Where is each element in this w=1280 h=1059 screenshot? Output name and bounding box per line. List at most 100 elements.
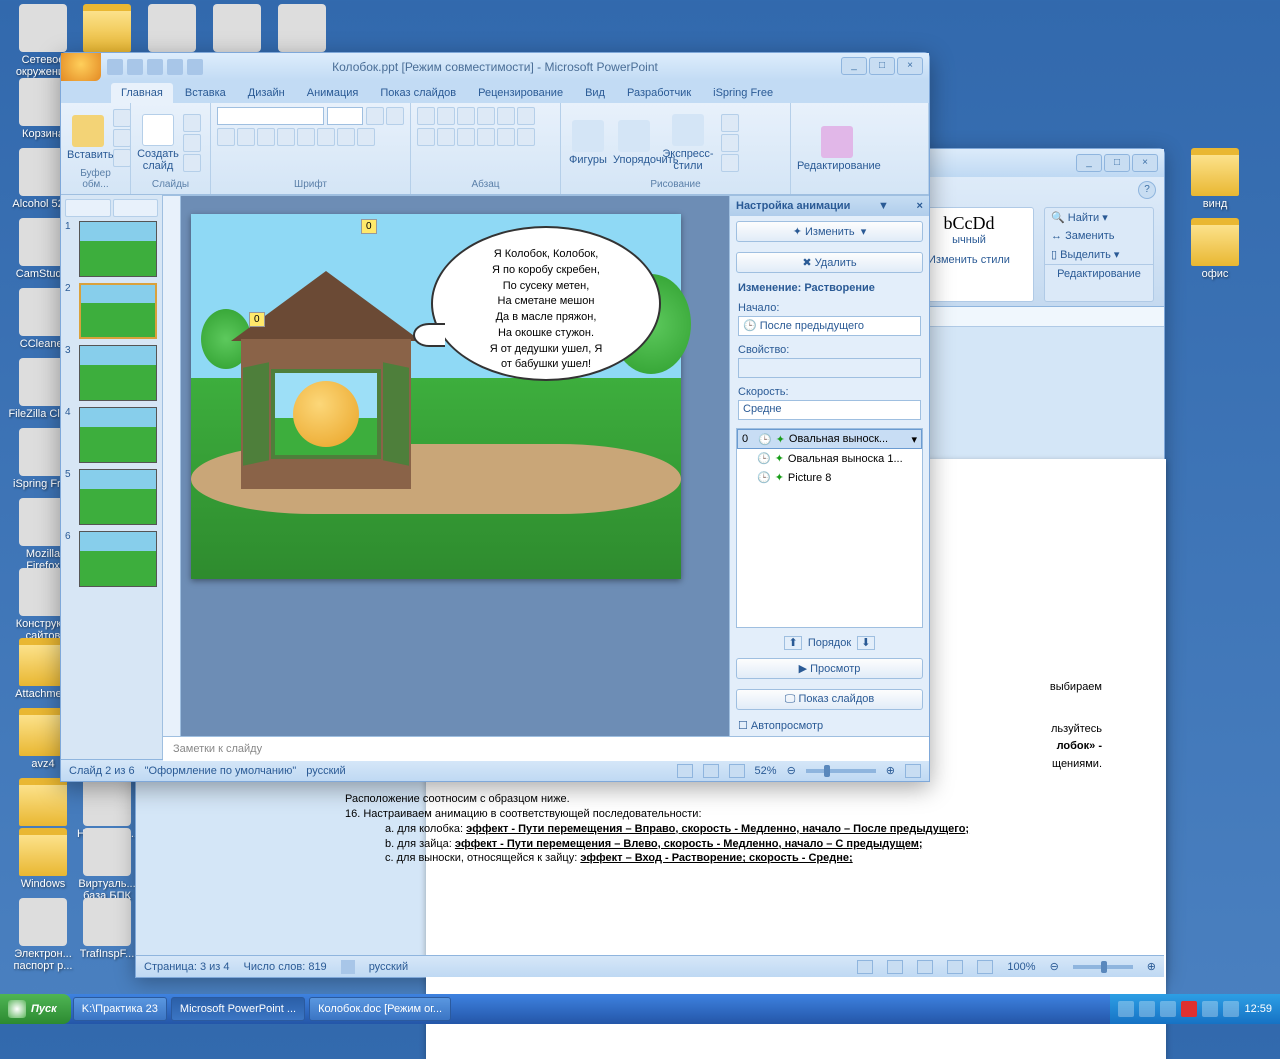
textdir-icon[interactable] — [517, 107, 535, 125]
word-wordcount[interactable]: Число слов: 819 — [244, 961, 327, 973]
ribbon-tab[interactable]: Вставка — [175, 83, 236, 103]
linespacing-icon[interactable] — [497, 107, 515, 125]
tray-icon[interactable] — [1139, 1001, 1155, 1017]
desktop-icon[interactable]: Электрон... паспорт р... — [8, 898, 78, 972]
new-slide-button[interactable]: Создать слайд — [137, 114, 179, 172]
taskbar-clock[interactable]: 12:59 — [1244, 1003, 1272, 1015]
vertical-ruler[interactable] — [163, 196, 181, 736]
slideshow-view-icon[interactable] — [729, 764, 745, 778]
pp-zoom-value[interactable]: 52% — [755, 765, 777, 777]
select-button[interactable]: ▯ Выделить ▾ — [1045, 245, 1153, 264]
word-view1[interactable] — [857, 960, 873, 974]
zoom-in-icon[interactable]: ⊕ — [1147, 960, 1156, 973]
zoom-out-icon[interactable]: ⊖ — [1050, 960, 1059, 973]
kolobok-character[interactable] — [293, 381, 359, 447]
columns-icon[interactable] — [497, 128, 515, 146]
anim-list-item[interactable]: 🕒✦Picture 8 — [737, 468, 922, 487]
taskbar-button[interactable]: Колобок.doc [Режим ог... — [309, 997, 451, 1021]
slide-thumbnail[interactable]: 1 — [65, 221, 158, 277]
ribbon-tab[interactable]: Анимация — [297, 83, 369, 103]
delete-slide-icon[interactable] — [183, 154, 201, 172]
desktop-icon[interactable]: TrafInspF... — [72, 898, 142, 960]
qat-save-icon[interactable] — [107, 59, 123, 75]
anim-pane-close-icon[interactable]: × — [917, 200, 923, 212]
notes-pane[interactable]: Заметки к слайду — [163, 736, 929, 761]
pp-slide-indicator[interactable]: Слайд 2 из 6 — [69, 765, 135, 777]
word-max-button[interactable]: □ — [1104, 154, 1130, 172]
qat-redo-icon[interactable] — [147, 59, 163, 75]
zoom-out-icon[interactable]: ⊖ — [787, 764, 796, 777]
slide-canvas-area[interactable]: Я Колобок, Колобок, Я по коробу скребен,… — [181, 196, 729, 736]
word-view5[interactable] — [977, 960, 993, 974]
reorder-up-icon[interactable]: ⬆ — [784, 636, 801, 650]
anim-slideshow-button[interactable]: 🖵 Показ слайдов — [736, 689, 923, 710]
align-center-icon[interactable] — [437, 128, 455, 146]
animation-marker-1[interactable]: 0 — [249, 312, 265, 327]
smartart-icon[interactable] — [517, 128, 535, 146]
slide-thumbnail[interactable]: 4 — [65, 407, 158, 463]
normal-view-icon[interactable] — [677, 764, 693, 778]
tray-icon[interactable] — [1118, 1001, 1134, 1017]
bold-icon[interactable] — [217, 128, 235, 146]
slide-thumbnail[interactable]: 3 — [65, 345, 158, 401]
outline-tab[interactable] — [113, 199, 159, 217]
numbering-icon[interactable] — [437, 107, 455, 125]
word-view4[interactable] — [947, 960, 963, 974]
qat-open-icon[interactable] — [167, 59, 183, 75]
word-document-text[interactable]: Расположение соотносим с образцом ниже. … — [345, 792, 1025, 866]
bullets-icon[interactable] — [417, 107, 435, 125]
word-zoom-slider[interactable] — [1073, 965, 1133, 969]
help-icon[interactable]: ? — [1138, 181, 1156, 199]
align-justify-icon[interactable] — [477, 128, 495, 146]
anim-list-item[interactable]: 🕒✦Овальная выноска 1... — [737, 449, 922, 468]
copy-icon[interactable] — [113, 129, 131, 147]
tray-icon[interactable] — [1202, 1001, 1218, 1017]
desktop-icon[interactable]: Виртуаль... база БПК — [72, 828, 142, 902]
word-view2[interactable] — [887, 960, 903, 974]
reorder-down-icon[interactable]: ⬇ — [857, 636, 874, 650]
ribbon-tab[interactable]: Показ слайдов — [370, 83, 466, 103]
pp-zoom-slider[interactable] — [806, 769, 876, 773]
word-min-button[interactable]: _ — [1076, 154, 1102, 172]
ribbon-tab[interactable]: Дизайн — [238, 83, 295, 103]
find-button[interactable]: 🔍 Найти ▾ — [1045, 208, 1153, 227]
arrange-button[interactable]: Упорядочить — [613, 120, 655, 166]
anim-list-item[interactable]: 0🕒✦Овальная выноск...▾ — [737, 429, 922, 449]
animation-marker-0[interactable]: 0 — [361, 219, 377, 234]
slide-thumbnail[interactable]: 5 — [65, 469, 158, 525]
align-left-icon[interactable] — [417, 128, 435, 146]
word-view3[interactable] — [917, 960, 933, 974]
editing-button[interactable]: Редактирование — [797, 126, 877, 172]
taskbar-button[interactable]: K:\Практика 23 — [73, 997, 167, 1021]
fit-window-icon[interactable] — [905, 764, 921, 778]
desktop-icon[interactable]: винд — [1180, 148, 1250, 210]
anim-pane-menu-icon[interactable]: ▼ — [878, 200, 889, 212]
word-close-button[interactable]: × — [1132, 154, 1158, 172]
word-lang[interactable]: русский — [369, 961, 408, 973]
qat-undo-icon[interactable] — [127, 59, 143, 75]
taskbar-button[interactable]: Microsoft PowerPoint ... — [171, 997, 305, 1021]
anim-start-select[interactable]: 🕒 После предыдущего — [738, 316, 921, 336]
spacing-icon[interactable] — [317, 128, 335, 146]
pp-language[interactable]: русский — [306, 765, 345, 777]
ribbon-tab[interactable]: Рецензирование — [468, 83, 573, 103]
house-shape[interactable] — [241, 309, 411, 489]
slide-canvas[interactable]: Я Колобок, Колобок, Я по коробу скребен,… — [191, 214, 681, 579]
speech-bubble[interactable]: Я Колобок, Колобок, Я по коробу скребен,… — [431, 226, 661, 381]
italic-icon[interactable] — [237, 128, 255, 146]
tray-icon[interactable] — [1160, 1001, 1176, 1017]
ribbon-tab[interactable]: Вид — [575, 83, 615, 103]
anim-speed-select[interactable]: Средне — [738, 400, 921, 420]
grow-font-icon[interactable] — [366, 107, 384, 125]
anim-preview-button[interactable]: ▶ Просмотр — [736, 658, 923, 679]
font-family-select[interactable] — [217, 107, 324, 125]
case-icon[interactable] — [337, 128, 355, 146]
anim-delete-button[interactable]: ✖ Удалить — [736, 252, 923, 273]
start-button[interactable]: Пуск — [0, 994, 71, 1024]
pp-close-button[interactable]: × — [897, 57, 923, 75]
pp-theme-name[interactable]: "Оформление по умолчанию" — [145, 765, 297, 777]
slide-thumbnail[interactable]: 6 — [65, 531, 158, 587]
slides-tab[interactable] — [65, 199, 111, 217]
shrink-font-icon[interactable] — [386, 107, 404, 125]
indent-dec-icon[interactable] — [457, 107, 475, 125]
